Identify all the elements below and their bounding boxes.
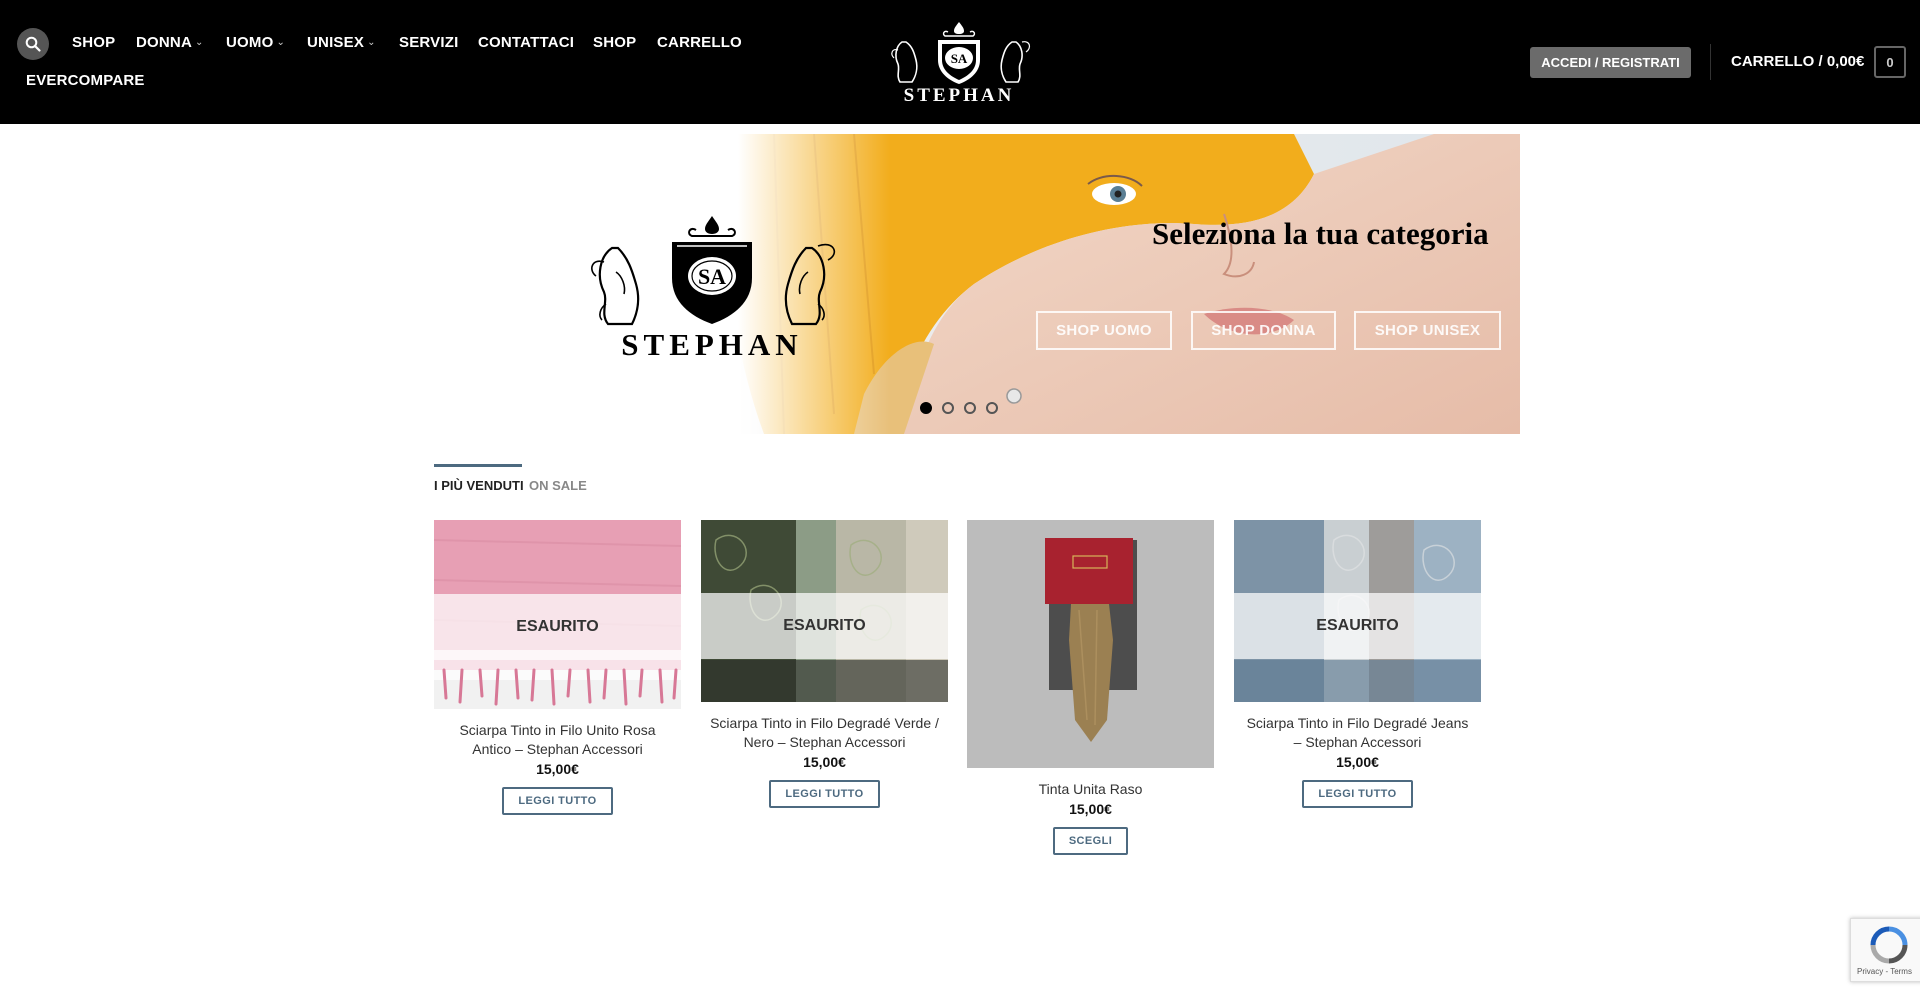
hero-slider[interactable]: SA STEPHAN Seleziona la tua categoria SH… (434, 134, 1520, 434)
nav-carrello[interactable]: CARRELLO (657, 34, 742, 51)
hero-logo: SA STEPHAN (591, 216, 836, 362)
recaptcha-links[interactable]: Privacy - Terms (1857, 967, 1912, 976)
site-logo[interactable]: SA STEPHAN (882, 20, 1037, 104)
nav-shop-2[interactable]: SHOP (593, 34, 636, 51)
product-title[interactable]: Sciarpa Tinto in Filo Unito Rosa Antico … (434, 721, 681, 759)
sold-out-badge: ESAURITO (434, 594, 681, 660)
product-card: ESAURITO Sciarpa Tinto in Filo Unito Ros… (434, 520, 681, 815)
recaptcha-badge[interactable]: Privacy - Terms (1850, 918, 1920, 982)
product-title[interactable]: Tinta Unita Raso (967, 780, 1214, 799)
product-price: 15,00€ (1069, 801, 1112, 817)
chevron-down-icon: ⌄ (367, 37, 376, 48)
product-card: Tinta Unita Raso 15,00€ SCEGLI (967, 520, 1214, 855)
search-icon (25, 36, 41, 52)
recaptcha-icon (1870, 926, 1908, 964)
product-image[interactable]: ESAURITO (1234, 520, 1481, 702)
slider-dot-3[interactable] (964, 402, 976, 414)
tab-best-sellers[interactable]: I PIÙ VENDUTI (434, 478, 524, 493)
product-image[interactable]: ESAURITO (434, 520, 681, 709)
product-image[interactable]: ESAURITO (701, 520, 948, 702)
search-button[interactable] (17, 28, 49, 60)
slider-dots (920, 402, 998, 414)
cart-link[interactable]: CARRELLO / 0,00€ (1731, 53, 1864, 70)
read-more-button[interactable]: LEGGI TUTTO (502, 787, 613, 815)
login-register-button[interactable]: ACCEDI / REGISTRATI (1530, 47, 1691, 78)
product-price: 15,00€ (536, 761, 579, 777)
shop-unisex-button[interactable]: SHOP UNISEX (1354, 311, 1501, 350)
product-card: ESAURITO Sciarpa Tinto in Filo Degradé V… (701, 520, 948, 808)
product-title[interactable]: Sciarpa Tinto in Filo Degradé Verde / Ne… (701, 714, 948, 752)
slider-dot-1[interactable] (920, 402, 932, 414)
chevron-down-icon: ⌄ (276, 37, 286, 48)
nav-uomo[interactable]: UOMO ⌄ (226, 34, 285, 51)
nav-evercompare[interactable]: EVERCOMPARE (26, 72, 145, 89)
product-image[interactable] (967, 520, 1214, 768)
svg-text:SA: SA (698, 264, 726, 289)
nav-servizi[interactable]: SERVIZI (399, 34, 458, 51)
sold-out-badge: ESAURITO (1234, 593, 1481, 659)
site-header: SHOP DONNA ⌄ UOMO ⌄ UNISEX ⌄ SERVIZI CONTAT… (0, 0, 1920, 124)
choose-options-button[interactable]: SCEGLI (1052, 827, 1129, 855)
nav-shop[interactable]: SHOP (72, 34, 115, 51)
chevron-down-icon: ⌄ (195, 37, 204, 48)
sold-out-badge: ESAURITO (701, 593, 948, 659)
product-price: 15,00€ (1336, 754, 1379, 770)
slider-dot-2[interactable] (942, 402, 954, 414)
hero-title: Seleziona la tua categoria (1152, 216, 1489, 251)
gold-tie-box-image (967, 520, 1214, 768)
read-more-button[interactable]: LEGGI TUTTO (769, 780, 880, 808)
nav-donna[interactable]: DONNA ⌄ (136, 34, 204, 51)
nav-contattaci[interactable]: CONTATTACI (478, 34, 574, 51)
header-divider (1710, 44, 1711, 80)
slider-dot-4[interactable] (986, 402, 998, 414)
active-tab-indicator (434, 464, 522, 467)
nav-unisex[interactable]: UNISEX ⌄ (307, 34, 376, 51)
tab-on-sale[interactable]: ON SALE (529, 478, 587, 493)
product-card: ESAURITO Sciarpa Tinto in Filo Degradé J… (1234, 520, 1481, 808)
svg-text:STEPHAN: STEPHAN (904, 85, 1015, 104)
shop-donna-button[interactable]: SHOP DONNA (1191, 311, 1336, 350)
product-title[interactable]: Sciarpa Tinto in Filo Degradé Jeans – St… (1234, 714, 1481, 752)
svg-text:STEPHAN: STEPHAN (621, 327, 802, 362)
cart-count-badge[interactable]: 0 (1874, 46, 1906, 78)
read-more-button[interactable]: LEGGI TUTTO (1302, 780, 1413, 808)
product-price: 15,00€ (803, 754, 846, 770)
shop-uomo-button[interactable]: SHOP UOMO (1036, 311, 1172, 350)
svg-text:SA: SA (951, 51, 968, 66)
